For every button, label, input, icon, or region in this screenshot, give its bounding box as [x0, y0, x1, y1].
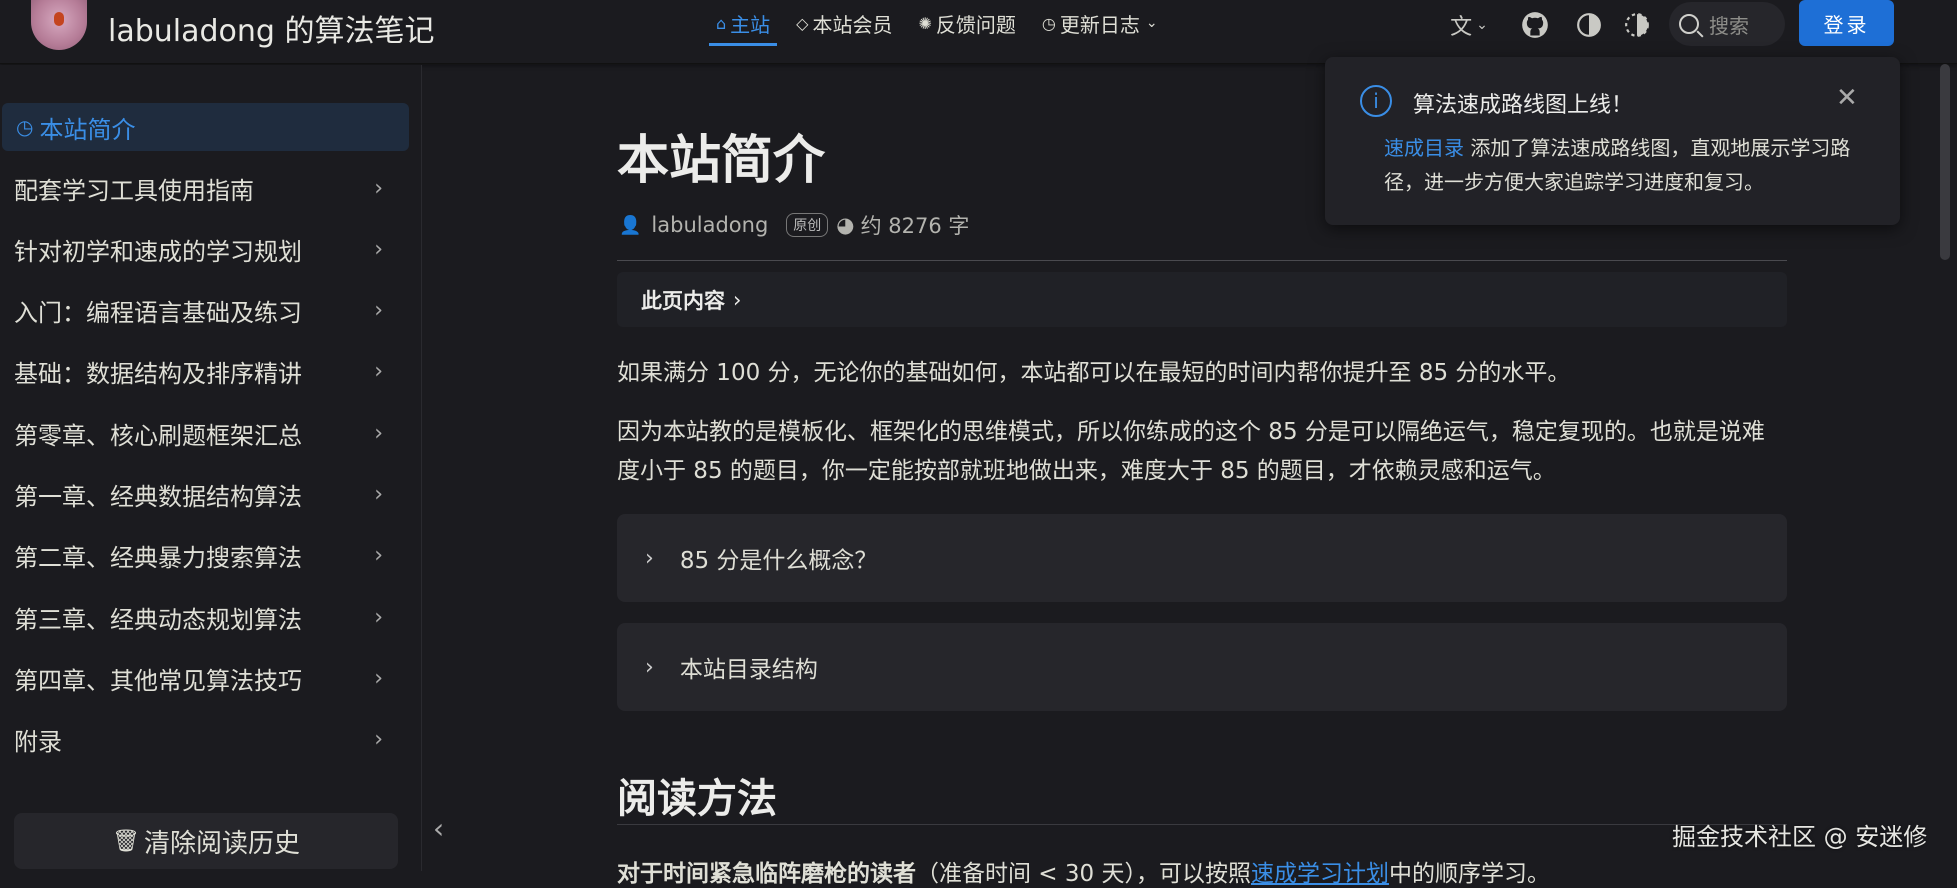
nav-changelog[interactable]: ◷ 更新日志 ⌄: [1035, 0, 1165, 46]
bug-icon: ✺: [918, 13, 932, 33]
sidebar-item-chapter-1[interactable]: 第一章、经典数据结构算法 ›: [0, 470, 410, 518]
sidebar-item-appendix[interactable]: 附录 ›: [0, 715, 410, 763]
pie-chart-icon: ◕: [836, 213, 855, 237]
paragraph-2: 因为本站教的是模板化、框架化的思维模式，所以你练成的这个 85 分是可以隔绝运气…: [617, 419, 1765, 484]
chevron-right-icon: ›: [374, 359, 383, 384]
paragraph-1: 如果满分 100 分，无论你的基础如何，本站都可以在最短的时间内帮你提升至 85…: [617, 360, 1571, 386]
nav-home[interactable]: ⌂ 主站: [709, 0, 778, 46]
nav-membership[interactable]: ◇ 本站会员: [789, 0, 899, 46]
github-icon[interactable]: [1520, 10, 1550, 40]
sidebar-item-chapter-0[interactable]: 第零章、核心刷题框架汇总 ›: [0, 409, 410, 457]
chevron-right-icon: ›: [374, 605, 383, 630]
article-meta: 👤 labuladong 原创 ◕ 约 8276 字: [619, 212, 969, 238]
collapse-sidebar-icon[interactable]: ‹: [433, 812, 444, 845]
original-badge: 原创: [786, 213, 829, 237]
sidebar-item-chapter-3[interactable]: 第三章、经典动态规划算法 ›: [0, 593, 410, 641]
search-icon: [1679, 14, 1699, 34]
chevron-down-icon: ⌄: [1145, 15, 1158, 31]
speed-directory-link[interactable]: 速成目录: [1384, 136, 1464, 160]
clear-history-button[interactable]: 🗑 清除阅读历史: [14, 813, 398, 869]
paragraph-3: 对于时间紧急临阵磨枪的读者（准备时间 < 30 天），可以按照速成学习计划中的顺…: [617, 861, 1550, 887]
sidebar-item-chapter-2[interactable]: 第二章、经典暴力搜索算法 ›: [0, 531, 410, 579]
translate-icon[interactable]: 文 ⌄: [1444, 10, 1494, 40]
info-icon: i: [1360, 85, 1392, 117]
reading-mode-icon[interactable]: [1622, 10, 1652, 40]
chevron-right-icon: ›: [374, 298, 383, 323]
chevron-right-icon: ›: [374, 176, 383, 201]
chevron-right-icon: ›: [374, 727, 383, 752]
toast-body: 速成目录 添加了算法速成路线图，直观地展示学习路径，进一步方便大家追踪学习进度和…: [1384, 136, 1851, 194]
toast-title: 算法速成路线图上线！: [1413, 93, 1634, 118]
top-navbar: labuladong 的算法笔记 ⌂ 主站 ◇ 本站会员 ✺ 反馈问题 ◷ 更新…: [0, 0, 1957, 64]
sidebar-item-tools-guide[interactable]: 配套学习工具使用指南 ›: [0, 164, 410, 212]
sidebar-item-intro-language[interactable]: 入门：编程语言基础及练习 ›: [0, 286, 410, 334]
author-name[interactable]: labuladong: [651, 213, 768, 237]
sidebar-item-study-plan[interactable]: 针对初学和速成的学习规划 ›: [0, 225, 410, 273]
nav-feedback[interactable]: ✺ 反馈问题: [911, 0, 1022, 46]
chevron-right-icon: ›: [733, 287, 742, 312]
speed-plan-link[interactable]: 速成学习计划: [1251, 861, 1389, 887]
chevron-right-icon: ›: [374, 666, 383, 691]
details-85-concept[interactable]: › 85 分是什么概念？: [617, 514, 1787, 602]
diamond-icon: ◇: [796, 13, 809, 33]
divider: [617, 260, 1787, 261]
page-title: 本站简介: [617, 131, 826, 191]
trash-icon: 🗑: [112, 828, 140, 854]
nav-links: ⌂ 主站 ◇ 本站会员 ✺ 反馈问题 ◷ 更新日志 ⌄: [709, 0, 1177, 48]
clock-icon: ◷: [1041, 13, 1056, 33]
close-icon[interactable]: ✕: [1836, 83, 1858, 113]
site-logo[interactable]: [31, 0, 87, 50]
user-icon: 👤: [619, 214, 642, 236]
search-button[interactable]: 搜索: [1669, 2, 1785, 46]
sidebar-item-basics[interactable]: 基础：数据结构及排序精讲 ›: [0, 347, 410, 395]
toc-toggle[interactable]: 此页内容 ›: [617, 272, 1787, 327]
login-button[interactable]: 登录: [1799, 0, 1894, 46]
word-count: 约 8276 字: [860, 214, 970, 238]
scrollbar[interactable]: [1940, 64, 1950, 260]
chevron-right-icon: ›: [374, 482, 383, 507]
sidebar: ◷ 本站简介 配套学习工具使用指南 › 针对初学和速成的学习规划 › 入门：编程语言…: [0, 65, 422, 871]
divider: [617, 824, 1787, 825]
notification-toast: i 算法速成路线图上线！ ✕ 速成目录 添加了算法速成路线图，直观地展示学习路径…: [1325, 57, 1900, 225]
chevron-right-icon: ›: [374, 421, 383, 446]
details-directory-structure[interactable]: › 本站目录结构: [617, 623, 1787, 711]
sidebar-item-chapter-4[interactable]: 第四章、其他常见算法技巧 ›: [0, 654, 410, 702]
chevron-right-icon: ›: [645, 654, 654, 680]
section-title: 阅读方法: [617, 776, 777, 822]
sidebar-item-intro[interactable]: ◷ 本站简介: [2, 103, 409, 151]
watermark: 掘金技术社区 @ 安迷修: [1672, 823, 1928, 851]
theme-toggle-icon[interactable]: [1574, 10, 1604, 40]
chevron-right-icon: ›: [374, 543, 383, 568]
clock-icon: ◷: [16, 115, 34, 139]
chevron-right-icon: ›: [374, 237, 383, 262]
chevron-right-icon: ›: [645, 545, 654, 571]
site-title[interactable]: labuladong 的算法笔记: [108, 6, 434, 50]
home-icon: ⌂: [716, 13, 727, 33]
